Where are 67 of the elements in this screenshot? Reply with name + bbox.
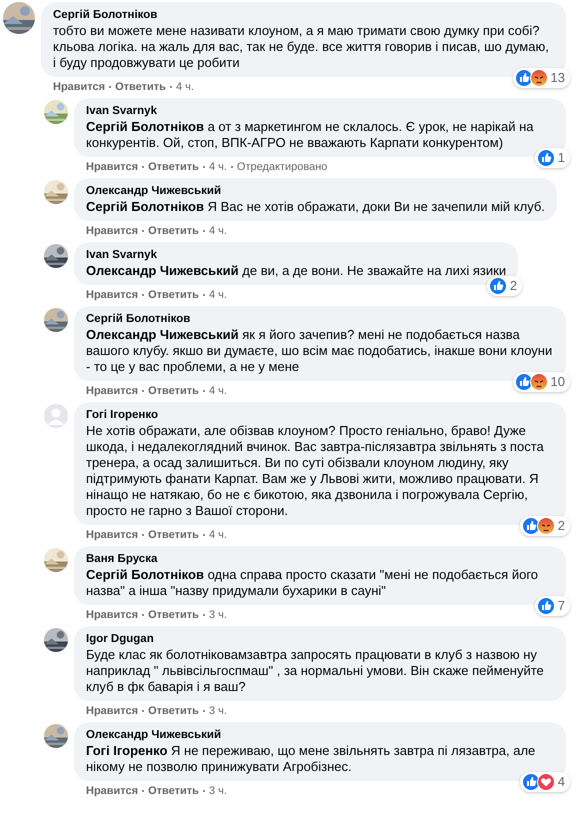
action-link[interactable]: Нравится — [86, 384, 138, 398]
author-name[interactable]: Ivan Svarnyk — [86, 103, 554, 119]
action-link[interactable]: Ответить — [148, 704, 199, 718]
timestamp[interactable]: 4 ч. — [208, 288, 227, 302]
reaction-count: 10 — [550, 374, 566, 390]
timestamp[interactable]: 3 ч. — [208, 784, 227, 798]
action-link[interactable]: Нравится — [86, 160, 138, 174]
reaction-badge[interactable]: 10 — [512, 372, 570, 392]
action-link[interactable]: Нравится — [86, 224, 138, 238]
action-link[interactable]: Ответить — [148, 160, 199, 174]
action-link[interactable]: Нравится — [86, 704, 138, 718]
author-name[interactable]: Сергій Болотніков — [53, 7, 554, 23]
action-link[interactable]: Ответить — [148, 288, 199, 302]
angry-face-icon — [536, 517, 555, 535]
action-link[interactable]: Нравится — [86, 288, 138, 302]
reaction-count: 13 — [550, 70, 566, 86]
timestamp[interactable]: 4 ч. — [176, 80, 194, 94]
like-icon — [536, 149, 555, 167]
angry-face-icon — [530, 373, 548, 391]
timestamp[interactable]: 3 ч. — [208, 704, 227, 718]
author-name[interactable]: Олександр Чижевський — [86, 727, 554, 743]
author-name[interactable]: Ваня Бруска — [86, 551, 554, 567]
comment-text: Олександр Чижевський як я його зачепив? мені не подобається назва вашого клубу. якшо ви думаєте, шо всім має подобатись, інакше вони клоуни - то це у вас проблеми, а не у мене — [86, 327, 554, 375]
reaction-badge[interactable]: 7 — [534, 596, 570, 616]
comment-text: Не хотів ображати, але обізвав клоуном? Просто геніально, браво! Дуже шкода, і недалекоглядний вчинок. Вас завтра-післязавтра звільнять з поста тренера, а осад залишиться. Ви по суті обізвали клоуном людину, яку підтримують фанати Карпат. Вам же у Львові жити, можливо працювати. Я нінащо не натякаю, бо не є бикотою, яка дзвонила і погрожувала Сергію, просто не гарно з Вашої сторони. — [86, 423, 545, 519]
timestamp[interactable]: 4 ч. — [208, 384, 227, 398]
action-link[interactable]: Ответить — [148, 224, 199, 238]
reaction-count: 1 — [558, 150, 566, 166]
author-name[interactable]: Сергій Болотніков — [86, 311, 554, 327]
action-link[interactable]: Ответить — [148, 528, 199, 542]
comment-text: Сергій Болотніков одна справа просто сказати "мені не подобається його назва" а інша "назву придумали бухарики в сауні" — [86, 567, 540, 599]
action-link[interactable]: Ответить — [148, 784, 199, 798]
action-link[interactable]: Нравится — [53, 80, 106, 94]
comment-text: тобто ви можете мене називати клоуном, а я маю тримати свою думку при собі? кльова логіка. на жаль для вас, так не буде. все життя говорив і писав, шо думаю, і буду продовжувати це робити — [53, 23, 550, 71]
like-icon — [488, 277, 507, 295]
angry-face-icon — [530, 69, 548, 87]
reaction-badge[interactable]: 13 — [512, 68, 570, 88]
author-name[interactable]: Олександр Чижевський — [86, 183, 545, 199]
comment-text: Сергій Болотніков а от з маркетингом не склалось. Є урок, не нарікай на конкурентів. Ой, стоп, ВПК-АГРО не вважають Карпати конкурентом) — [86, 119, 534, 151]
edited-label: Отредактировано — [236, 160, 328, 174]
author-name[interactable]: Igor Dgugan — [86, 631, 554, 647]
action-link[interactable]: Ответить — [115, 80, 166, 94]
author-name[interactable]: Гогі Ігоренко — [86, 407, 554, 423]
comment-text: Олександр Чижевський де ви, а де вони. Не зважайте на лихі язики — [86, 263, 506, 279]
timestamp[interactable]: 4 ч. — [208, 224, 227, 238]
author-name[interactable]: Ivan Svarnyk — [86, 247, 506, 263]
reaction-badge[interactable]: 4 — [520, 772, 570, 792]
avatar-icon — [44, 404, 68, 428]
comment-text: Сергій Болотніков Я Вас не хотів ображати, доки Ви не зачепили мій клуб. — [86, 199, 545, 215]
action-link[interactable]: Нравится — [86, 608, 138, 622]
reaction-badge[interactable]: 1 — [534, 148, 570, 168]
reaction-count: 4 — [558, 774, 566, 790]
timestamp[interactable]: 4 ч. — [208, 528, 227, 542]
action-link[interactable]: Ответить — [148, 384, 199, 398]
reaction-count: 2 — [558, 518, 566, 534]
reaction-badge[interactable]: 2 — [520, 516, 570, 536]
comment-text: Гогі Ігоренко Я не переживаю, що мене звільнять завтра пі лязавтра, але нікому не позволю принижувати Агробізнес. — [86, 743, 536, 775]
timestamp[interactable]: 4 ч. — [208, 160, 227, 174]
timestamp[interactable]: 3 ч. — [208, 608, 227, 622]
action-link[interactable]: Нравится — [86, 784, 138, 798]
reaction-count: 2 — [510, 278, 518, 294]
reaction-count: 7 — [558, 598, 566, 614]
action-link[interactable]: Ответить — [148, 608, 199, 622]
action-link[interactable]: Нравится — [86, 528, 138, 542]
like-icon — [536, 597, 555, 615]
reaction-badge[interactable]: 2 — [486, 276, 522, 296]
comment-text: Буде клас як болотніковамзавтра запросять працювати в клуб з назвою ну наприклад " львівсільгоспмаш" , за нормальні умови. Він скаже пейменуйте клуб в фк баварія і я ваш? — [86, 647, 545, 695]
